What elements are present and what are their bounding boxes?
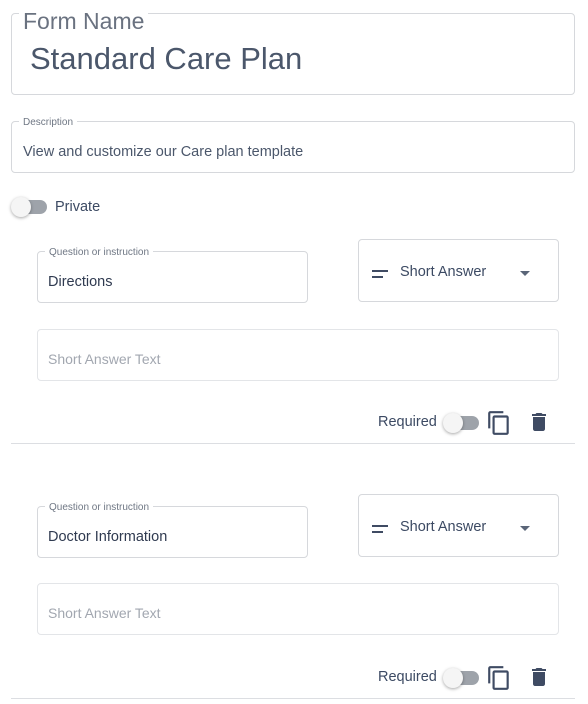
required-toggle-thumb: [443, 668, 463, 688]
description-legend: Description: [19, 118, 78, 128]
private-label: Private: [55, 199, 101, 215]
trash-icon[interactable]: [527, 665, 551, 689]
short-text-icon: [372, 525, 388, 533]
form-name-value: Standard Care Plan: [30, 41, 303, 76]
question-1-value: Directions: [48, 274, 113, 290]
question-1-required-label: Required: [378, 414, 437, 430]
question-1-field[interactable]: Question or instruction Directions: [37, 248, 308, 303]
question-2-type-select[interactable]: Short Answer: [358, 494, 559, 557]
trash-icon[interactable]: [527, 410, 551, 434]
question-1-type-label: Short Answer: [400, 264, 487, 280]
question-1-type-select[interactable]: Short Answer: [358, 239, 559, 302]
question-1-required-toggle[interactable]: [443, 413, 479, 433]
question-2-required-label: Required: [378, 669, 437, 685]
copy-icon[interactable]: [486, 410, 512, 436]
question-1-legend: Question or instruction: [45, 248, 154, 258]
question-2-field[interactable]: Question or instruction Doctor Informati…: [37, 503, 308, 558]
caret-down-icon: [520, 271, 530, 276]
question-2-required-toggle[interactable]: [443, 668, 479, 688]
copy-icon[interactable]: [486, 665, 512, 691]
question-2-type-label: Short Answer: [400, 519, 487, 535]
question-1-answer-placeholder: Short Answer Text: [48, 351, 161, 367]
question-2-divider: [11, 698, 575, 699]
form-name-field[interactable]: Form Name Standard Care Plan: [11, 10, 575, 95]
description-value: View and customize our Care plan templat…: [23, 144, 304, 160]
caret-down-icon: [520, 526, 530, 531]
private-toggle[interactable]: [11, 197, 47, 217]
question-2-answer-placeholder: Short Answer Text: [48, 605, 161, 621]
question-2-legend: Question or instruction: [45, 503, 154, 513]
private-toggle-thumb: [11, 197, 31, 217]
required-toggle-thumb: [443, 413, 463, 433]
question-2-answer-field: Short Answer Text: [37, 583, 559, 635]
question-1-divider: [11, 443, 575, 444]
form-name-legend: Form Name: [19, 10, 149, 33]
short-text-icon: [372, 270, 388, 278]
question-1-answer-field: Short Answer Text: [37, 329, 559, 381]
question-2-value: Doctor Information: [48, 529, 168, 545]
description-field[interactable]: Description View and customize our Care …: [11, 118, 575, 173]
